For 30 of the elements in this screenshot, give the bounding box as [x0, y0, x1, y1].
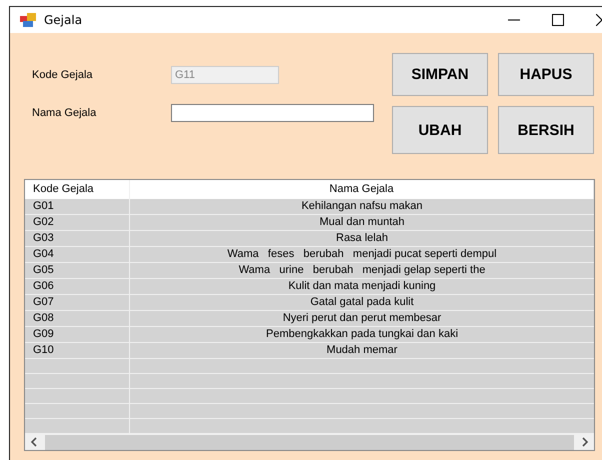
action-button[interactable]: UBAH [392, 106, 488, 154]
table-cell-text: Pembengkakkan pada tungkai dan kaki [264, 326, 460, 342]
action-button[interactable]: BERSIH [498, 106, 594, 154]
table-cell: G08 [25, 310, 130, 326]
input-field[interactable] [171, 104, 374, 122]
table-cell: G10 [25, 342, 130, 358]
table-cell-text: Wama feses berubah menjadi pucat seperti dempul [226, 246, 498, 262]
action-button[interactable]: SIMPAN [392, 53, 488, 96]
table-cell: G06 [25, 278, 130, 294]
table-cell: G05 [25, 262, 130, 278]
table-cell: G02 [25, 214, 130, 230]
table-cell-text: Kehilangan nafsu makan [300, 198, 424, 214]
maximize-icon[interactable] [552, 14, 564, 26]
field-label: Kode Gejala [31, 69, 94, 81]
table-cell-text: Mual dan muntah [318, 214, 406, 230]
table-cell: G01 [25, 198, 130, 214]
table-cell: G07 [25, 294, 130, 310]
window-title: Gejala [44, 13, 82, 27]
table-cell-text: Kulit dan mata menjadi kuning [287, 278, 437, 294]
table-cell-text: Mudah memar [326, 342, 398, 358]
table-cell: G04 [25, 246, 130, 262]
table-cell-text: Nyeri perut dan perut membesar [282, 310, 442, 326]
table-cell-text: Wama urine berubah menjadi gelap seperti the [238, 262, 486, 278]
field-label: Nama Gejala [31, 107, 98, 119]
table-cell: G09 [25, 326, 130, 342]
table-cell-text: Gatal gatal pada kulit [309, 294, 415, 310]
action-button[interactable]: HAPUS [498, 53, 594, 96]
app-icon [20, 13, 36, 27]
table-cell: G03 [25, 230, 130, 246]
table-cell-text: Rasa lelah [335, 230, 389, 246]
